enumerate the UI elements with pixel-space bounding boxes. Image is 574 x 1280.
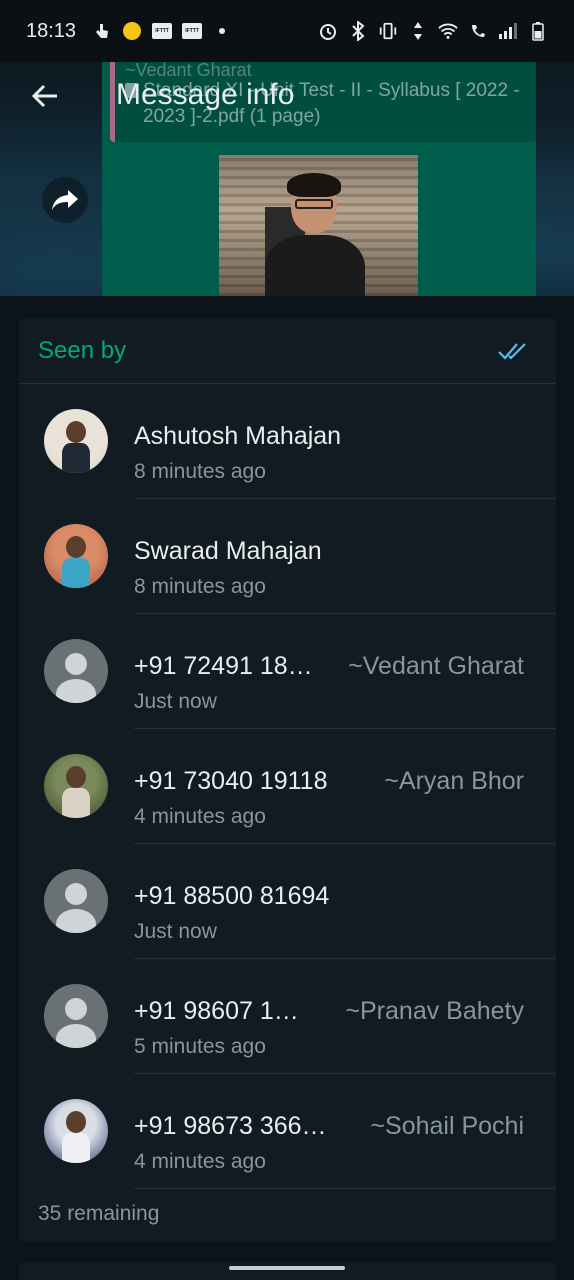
seen-by-header: Seen by [19,318,556,384]
list-item[interactable]: +91 98673 366… ~Sohail Pochi 4 minutes a… [19,1074,556,1189]
seen-time: 5 minutes ago [134,1035,266,1058]
seen-time: 4 minutes ago [134,1150,266,1173]
delivered-to-card [19,1262,556,1280]
avatar [44,524,108,588]
default-avatar-icon [44,869,108,933]
avatar [44,754,108,818]
wifi-calling-icon [468,21,488,41]
wifi-icon [438,21,458,41]
contact-number: +91 73040 19118 [134,767,328,795]
emoji-app-icon [122,21,142,41]
remaining-count[interactable]: 35 remaining [38,1202,159,1226]
contact-pushname: ~Vedant Gharat [348,652,524,680]
sticker-image [219,155,418,296]
seen-time: Just now [134,920,217,943]
list-item[interactable]: +91 73040 19118 ~Aryan Bhor 4 minutes ag… [19,729,556,844]
page-title: Message info [116,78,295,111]
contact-number: +91 72491 18… [134,652,313,680]
status-time: 18:13 [26,19,77,42]
back-button[interactable] [28,80,62,112]
list-item[interactable]: Ashutosh Mahajan 8 minutes ago [19,384,556,499]
contact-pushname: ~Pranav Bahety [345,997,524,1025]
status-bar: 18:13 IFTTT IFTTT [0,0,574,62]
arrow-back-icon [31,84,57,108]
contact-name: Ashutosh Mahajan [134,422,342,450]
default-avatar-icon [44,639,108,703]
seen-time: 8 minutes ago [134,460,266,483]
status-left-icons: IFTTT IFTTT [92,21,232,41]
list-item[interactable]: +91 72491 18… ~Vedant Gharat Just now [19,614,556,729]
ifttt-icon: IFTTT [152,21,173,41]
signal-icon [498,21,518,41]
seen-time: 4 minutes ago [134,805,266,828]
list-item[interactable]: Swarad Mahajan 8 minutes ago [19,499,556,614]
ifttt-icon: IFTTT [182,21,203,41]
seen-time: Just now [134,690,217,713]
seen-by-card: Seen by Ashutosh Mahajan 8 minutes ago S… [19,318,556,1242]
contact-pushname: ~Aryan Bhor [384,767,524,795]
quoted-sender: ~Vedant Gharat [125,62,252,78]
battery-icon [528,21,548,41]
list-item[interactable]: +91 98607 1… ~Pranav Bahety 5 minutes ag… [19,959,556,1074]
bluetooth-icon [348,21,368,41]
contact-number: +91 88500 81694 [134,882,330,910]
gesture-icon [92,21,112,41]
double-tick-icon [498,342,526,360]
vibrate-icon [378,21,398,41]
avatar [44,1099,108,1163]
data-icon [408,21,428,41]
divider [134,1188,556,1189]
forward-icon [52,190,78,210]
seen-time: 8 minutes ago [134,575,266,598]
contact-name: Swarad Mahajan [134,537,322,565]
default-avatar-icon [44,984,108,1048]
home-indicator[interactable] [229,1266,345,1270]
contact-number: +91 98607 1… [134,997,299,1025]
forward-button[interactable] [42,177,88,223]
contact-number: +91 98673 366… [134,1112,327,1140]
status-right-icons [318,21,548,41]
contact-pushname: ~Sohail Pochi [370,1112,524,1140]
avatar [44,409,108,473]
dot-icon [212,21,232,41]
list-item[interactable]: +91 88500 81694 Just now [19,844,556,959]
seen-by-label: Seen by [38,336,127,364]
alarm-icon [318,21,338,41]
